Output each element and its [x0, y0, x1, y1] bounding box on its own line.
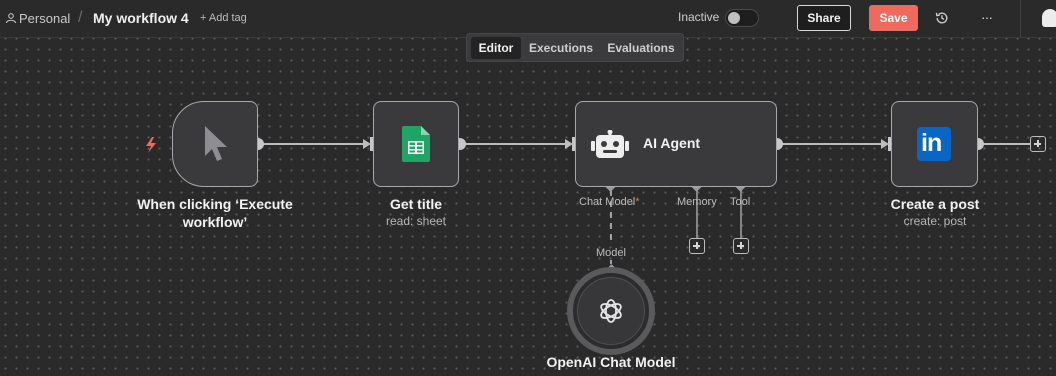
sheet-node-subtitle: read: sheet — [385, 214, 447, 228]
tool-port-label: Tool — [730, 196, 751, 208]
trigger-node-title: When clicking ‘Execute workflow’ — [130, 195, 300, 231]
linkedin-node[interactable]: in — [891, 101, 978, 187]
google-sheets-icon — [402, 126, 430, 162]
memory-port-label: Memory — [677, 196, 717, 208]
chat-model-port-label: Chat Model* — [579, 196, 640, 208]
sheet-node-title: Get title — [389, 196, 443, 212]
model-port-label: Model — [596, 247, 626, 259]
add-next-node-button[interactable] — [1030, 136, 1046, 152]
linkedin-node-title: Create a post — [890, 196, 980, 212]
linkedin-logo-text: in — [921, 129, 942, 157]
google-sheets-node[interactable] — [373, 101, 459, 187]
openai-chat-model-node[interactable] — [567, 267, 655, 355]
manual-trigger-node[interactable] — [172, 101, 258, 187]
chat-model-label-text: Chat Model — [579, 196, 636, 208]
trigger-title-line-2: workflow’ — [182, 214, 248, 230]
ai-agent-node[interactable]: AI Agent — [575, 101, 777, 187]
cursor-icon — [205, 126, 227, 161]
connections-layer — [146, 137, 1030, 277]
openai-icon — [600, 299, 622, 323]
lightning-icon — [146, 137, 156, 153]
add-tool-button[interactable] — [733, 238, 749, 254]
linkedin-icon: in — [917, 127, 951, 161]
add-memory-button[interactable] — [689, 238, 705, 254]
linkedin-node-subtitle: create: post — [903, 214, 967, 228]
openai-node-inner — [577, 277, 645, 345]
required-marker: * — [635, 196, 640, 208]
openai-node-title: OpenAI Chat Model — [546, 354, 676, 370]
robot-icon — [591, 130, 629, 158]
trigger-title-line-1: When clicking ‘Execute — [137, 196, 293, 212]
ai-agent-title: AI Agent — [643, 135, 701, 151]
